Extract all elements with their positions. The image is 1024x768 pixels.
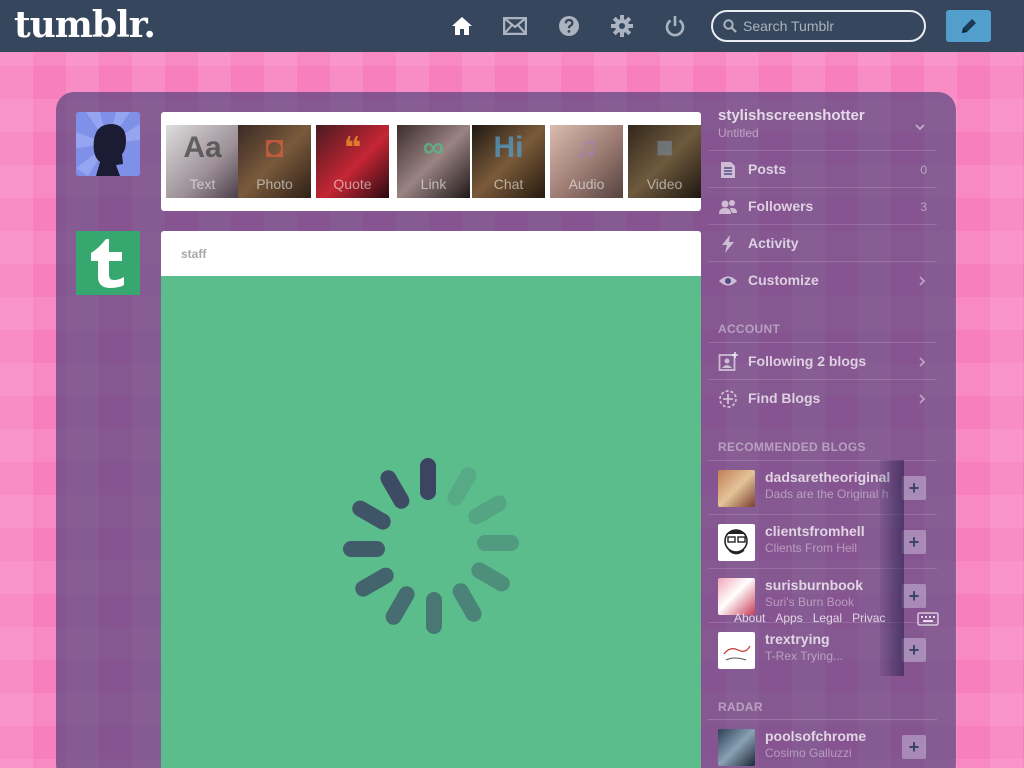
follow-button[interactable]: +: [902, 476, 926, 500]
footer-link-legal[interactable]: Legal: [813, 611, 842, 625]
mail-icon[interactable]: [503, 14, 527, 38]
blog-avatar: [718, 524, 755, 561]
staff-avatar[interactable]: [76, 231, 140, 295]
post-type-photo[interactable]: ◘ Photo: [238, 125, 311, 198]
power-icon[interactable]: [663, 14, 687, 38]
help-icon[interactable]: [557, 14, 581, 38]
search-input[interactable]: [743, 18, 913, 34]
post-type-text[interactable]: Aa Text: [166, 125, 239, 198]
sidebar-item-followers[interactable]: Followers 3: [708, 187, 937, 224]
top-navigation-bar: tumblr.: [0, 0, 1024, 52]
eye-icon: [719, 276, 737, 286]
chevron-right-icon: [919, 357, 926, 367]
tumblr-logo[interactable]: tumblr.: [14, 4, 156, 46]
pencil-icon: [961, 19, 976, 33]
follow-button[interactable]: +: [902, 584, 926, 608]
posts-count: 0: [920, 163, 927, 177]
sidebar-item-posts[interactable]: Posts 0: [708, 150, 937, 187]
gear-icon[interactable]: [610, 14, 634, 38]
recommended-blogs-heading: RECOMMENDED BLOGS: [718, 440, 866, 454]
sidebar-item-following[interactable]: Following 2 blogs: [708, 342, 937, 379]
scroll-shadow: [880, 460, 904, 676]
home-icon[interactable]: [450, 14, 474, 38]
post-type-audio[interactable]: ♫ Audio: [550, 125, 623, 198]
loading-spinner-icon: [343, 458, 519, 634]
follow-button[interactable]: +: [902, 735, 926, 759]
post-type-quote[interactable]: ❝ Quote: [316, 125, 389, 198]
chat-bubble-icon: Hi: [493, 131, 524, 164]
post-type-video[interactable]: ■ Video: [628, 125, 701, 198]
footer-link-privacy[interactable]: Privac: [852, 611, 885, 625]
chevron-right-icon: [919, 394, 926, 404]
keyboard-icon[interactable]: [917, 612, 939, 626]
search-icon: [723, 19, 737, 33]
footer-link-about[interactable]: About: [734, 611, 765, 625]
sidebar-item-find-blogs[interactable]: Find Blogs: [708, 379, 937, 416]
follow-button[interactable]: +: [902, 530, 926, 554]
post-type-link[interactable]: ∞ Link: [397, 125, 470, 198]
compose-button[interactable]: [946, 10, 991, 42]
post-header: staff: [161, 231, 701, 276]
sidebar-blog-name[interactable]: stylishscreenshotter: [718, 107, 865, 124]
user-avatar[interactable]: [76, 112, 140, 176]
default-avatar-silhouette-icon: [76, 112, 140, 176]
follow-button[interactable]: +: [902, 638, 926, 662]
lightning-icon: [722, 235, 734, 253]
following-icon: [718, 352, 738, 371]
sidebar-blog-title: Untitled: [718, 126, 759, 140]
people-icon: [719, 200, 737, 214]
post-type-chat[interactable]: Hi Chat: [472, 125, 545, 198]
account-heading: ACCOUNT: [718, 322, 781, 336]
camera-icon: ◘: [265, 131, 284, 164]
search-box[interactable]: [711, 10, 926, 42]
tumblr-t-logo-icon: [76, 231, 140, 295]
quote-icon: ❝: [343, 132, 362, 165]
document-icon: [721, 162, 735, 178]
text-post-icon: Aa: [183, 131, 222, 164]
link-icon: ∞: [422, 131, 445, 164]
footer-links: About Apps Legal Privac: [734, 611, 885, 625]
blog-avatar: [718, 470, 755, 507]
chevron-right-icon: [919, 276, 926, 286]
footer-link-apps[interactable]: Apps: [775, 611, 802, 625]
blog-avatar: [718, 578, 755, 615]
radar-heading: RADAR: [718, 700, 763, 714]
blog-avatar: [718, 632, 755, 669]
blog-avatar: [718, 729, 755, 766]
headphones-icon: ♫: [575, 131, 598, 164]
post-author[interactable]: staff: [181, 247, 206, 261]
video-camera-icon: ■: [655, 131, 674, 164]
followers-count: 3: [920, 200, 927, 214]
radar-blog-item[interactable]: poolsofchrome Cosimo Galluzzi +: [708, 720, 937, 768]
chevron-down-icon[interactable]: [913, 120, 927, 134]
sidebar-item-customize[interactable]: Customize: [708, 261, 937, 298]
sidebar-item-activity[interactable]: Activity: [708, 224, 937, 261]
post-type-selector: Aa Text ◘ Photo ❝ Quote ∞ Link Hi Chat ♫…: [161, 112, 701, 211]
compass-icon: [719, 390, 737, 408]
